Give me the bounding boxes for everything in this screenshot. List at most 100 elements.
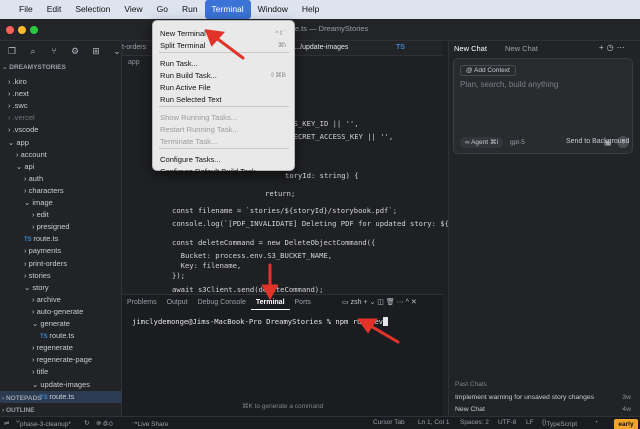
more-icon[interactable]: ⋯ xyxy=(397,299,404,306)
live-share-button[interactable]: ⇢ Live Share xyxy=(132,419,169,428)
menu-item-run-build-task[interactable]: Run Build Task... ⇧⌘B xyxy=(153,70,294,81)
editor-tab-print-orders[interactable]: t-orders xyxy=(122,44,146,51)
extensions-icon[interactable]: ⊞ xyxy=(90,45,102,57)
add-context-button[interactable]: @ Add Context xyxy=(460,65,516,76)
remote-icon[interactable]: ⇌ xyxy=(4,419,9,427)
close-panel-icon[interactable]: ✕ xyxy=(411,299,417,306)
chat-panel: New Chat New Chat +◷⋯ @ Add Context Plan… xyxy=(448,41,640,425)
folder-item[interactable]: › stories xyxy=(0,270,122,282)
folder-item[interactable]: › .next xyxy=(0,88,122,100)
panel-tab-output[interactable]: Output xyxy=(162,295,193,310)
folder-item[interactable]: › presigned xyxy=(0,221,122,233)
notification-icon[interactable]: ◔ xyxy=(594,419,598,426)
folder-item[interactable]: › payments xyxy=(0,245,122,257)
file-item[interactable]: TS route.ts xyxy=(0,330,122,342)
settings-icon[interactable]: ⚙ xyxy=(69,45,81,57)
folder-item[interactable]: › .swc xyxy=(0,100,122,112)
branch-indicator[interactable]: ⑂ phase-3-cleanup* xyxy=(16,419,71,428)
file-item[interactable]: TS route.ts xyxy=(0,233,122,245)
chat-tab-active[interactable]: New Chat xyxy=(454,44,487,53)
folder-item[interactable]: › .vscode xyxy=(0,124,122,136)
menu-item-new-terminal[interactable]: New Terminal ^⇧` xyxy=(153,28,294,39)
zoom-window-button[interactable] xyxy=(30,26,38,34)
menu-view[interactable]: View xyxy=(117,0,149,19)
agent-mode-selector[interactable]: ∞ Agent ⌘I xyxy=(460,137,504,148)
tree-label: regenerate-page xyxy=(36,355,93,365)
source-control-icon[interactable]: ⑂ xyxy=(48,45,60,57)
chat-placeholder: Plan, search, build anything xyxy=(460,80,559,89)
project-header[interactable]: ⌄ DREAMYSTORIES xyxy=(0,62,122,73)
send-to-background-button[interactable]: Send to Background xyxy=(566,138,629,145)
line-ending[interactable]: LF xyxy=(526,419,534,426)
sync-icon[interactable]: ↻ xyxy=(84,419,89,427)
past-chat-item[interactable]: Implement warning for unsaved story chan… xyxy=(455,394,635,401)
menu-edit[interactable]: Edit xyxy=(40,0,69,19)
menu-item-shortcut: ⇧⌘B xyxy=(269,72,286,79)
terminal-icon: ▭ xyxy=(342,299,351,306)
folder-item[interactable]: › title xyxy=(0,366,122,378)
past-chat-item[interactable]: New Chat 4w xyxy=(455,406,635,413)
menu-go[interactable]: Go xyxy=(150,0,175,19)
chat-tab[interactable]: New Chat xyxy=(505,44,538,53)
files-icon[interactable]: ❐ xyxy=(6,45,18,57)
language-mode[interactable]: {} TypeScript xyxy=(542,419,577,428)
panel-tab-terminal[interactable]: Terminal xyxy=(250,295,290,310)
model-selector[interactable]: gpt-5 xyxy=(510,139,525,146)
section-outline[interactable]: › OUTLINE xyxy=(0,405,122,416)
early-badge[interactable]: early xyxy=(614,419,638,429)
menu-item-configure-tasks[interactable]: Configure Tasks... xyxy=(153,154,294,165)
menu-selection[interactable]: Selection xyxy=(68,0,117,19)
minimize-window-button[interactable] xyxy=(18,26,26,34)
folder-item[interactable]: › regenerate xyxy=(0,342,122,354)
folder-item[interactable]: ⌄ app xyxy=(0,137,122,149)
maximize-panel-icon[interactable]: ^ xyxy=(406,299,409,306)
menu-item-configure-default-build-task[interactable]: Configure Default Build Task... xyxy=(153,166,294,177)
cursor-position[interactable]: Ln 1, Col 1 xyxy=(418,419,449,426)
encoding[interactable]: UTF-8 xyxy=(498,419,516,426)
folder-item[interactable]: › .vercel xyxy=(0,112,122,124)
folder-item[interactable]: ⌄ api xyxy=(0,161,122,173)
split-terminal-icon[interactable]: ◫ xyxy=(377,299,384,306)
breadcrumb[interactable]: app xyxy=(128,59,140,66)
cursor-tab-indicator[interactable]: Cursor Tab xyxy=(373,419,405,426)
menu-window[interactable]: Window xyxy=(251,0,295,19)
menu-file[interactable]: File xyxy=(12,0,40,19)
folder-item[interactable]: › edit xyxy=(0,209,122,221)
problems-indicator[interactable]: ⊗ 0 ⚠ 0 xyxy=(96,419,113,428)
folder-item[interactable]: ⌄ update-images xyxy=(0,379,122,391)
terminal-line[interactable]: jimclydemonge@Jims-MacBook-Pro DreamySto… xyxy=(132,317,388,326)
code-line: _SECRET_ACCESS_KEY || '', xyxy=(285,132,394,141)
ts-file-icon: TS xyxy=(396,44,405,51)
folder-item[interactable]: › regenerate-page xyxy=(0,354,122,366)
folder-item[interactable]: › archive xyxy=(0,294,122,306)
menu-item-run-active-file[interactable]: Run Active File xyxy=(153,82,294,93)
menu-item-run-task[interactable]: Run Task... xyxy=(153,58,294,69)
menu-run[interactable]: Run xyxy=(175,0,205,19)
folder-item[interactable]: › auto-generate xyxy=(0,306,122,318)
add-terminal-icon[interactable]: + ⌄ xyxy=(363,299,375,306)
panel-tab-debug-console[interactable]: Debug Console xyxy=(193,295,251,310)
menu-help[interactable]: Help xyxy=(295,0,326,19)
apple-icon[interactable] xyxy=(0,0,12,19)
menu-terminal[interactable]: Terminal xyxy=(204,0,251,19)
folder-item[interactable]: ⌄ story xyxy=(0,282,122,294)
chat-actions-icon[interactable]: +◷⋯ xyxy=(599,43,628,52)
section-notepads[interactable]: › NOTEPADS xyxy=(0,393,122,404)
panel-tab-ports[interactable]: Ports xyxy=(290,295,316,310)
folder-item[interactable]: › .kiro xyxy=(0,76,122,88)
folder-item[interactable]: › characters xyxy=(0,185,122,197)
menu-item-run-selected-text[interactable]: Run Selected Text xyxy=(153,94,294,105)
folder-item[interactable]: › auth xyxy=(0,173,122,185)
menu-item-split-terminal[interactable]: Split Terminal ⌘\ xyxy=(153,40,294,51)
close-window-button[interactable] xyxy=(6,26,14,34)
folder-item[interactable]: ⌄ image xyxy=(0,197,122,209)
folder-item[interactable]: ⌄ generate xyxy=(0,318,122,330)
folder-item[interactable]: › print-orders xyxy=(0,258,122,270)
kill-terminal-icon[interactable]: 🗑 xyxy=(386,299,395,306)
folder-item[interactable]: › account xyxy=(0,149,122,161)
search-icon[interactable]: ⌕ xyxy=(27,45,39,57)
panel-tab-problems[interactable]: Problems xyxy=(122,295,162,310)
terminal-shell-selector[interactable]: ▭ zsh + ⌄ ◫ 🗑 ⋯ ^ ✕ xyxy=(342,298,417,306)
indentation[interactable]: Spaces: 2 xyxy=(460,419,489,426)
terminal-command: npm run dev xyxy=(335,317,383,326)
